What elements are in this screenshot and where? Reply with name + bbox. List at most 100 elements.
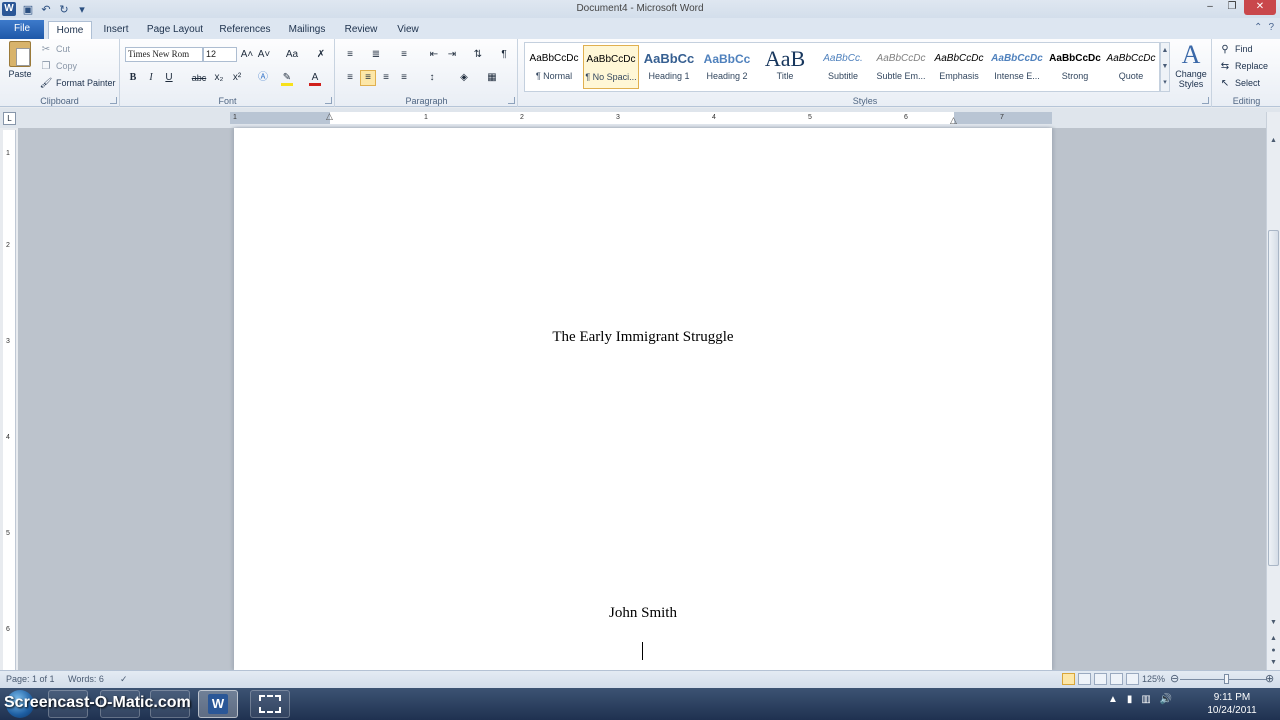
next-page-icon[interactable]: ▼ (1267, 656, 1280, 669)
tab-selector[interactable]: L (3, 112, 16, 125)
zoom-slider-thumb[interactable] (1224, 674, 1229, 684)
style-subtle-emphasis[interactable]: AaBbCcDc Subtle Em... (873, 45, 929, 89)
justify-icon[interactable]: ≡ (396, 70, 412, 86)
zoom-out-button[interactable]: ⊖ (1170, 672, 1179, 685)
align-right-icon[interactable]: ≡ (378, 70, 394, 86)
taskbar-screencast-icon[interactable] (250, 690, 290, 718)
tab-view[interactable]: View (390, 21, 426, 39)
close-button[interactable]: ✕ (1244, 0, 1276, 15)
line-spacing-icon[interactable]: ↕ (424, 70, 440, 86)
style-subtitle[interactable]: AaBbCc. Subtitle (815, 45, 871, 89)
style-no-spacing[interactable]: AaBbCcDc ¶ No Spaci... (583, 45, 639, 89)
zoom-slider[interactable] (1180, 679, 1266, 680)
tab-references[interactable]: References (214, 21, 276, 39)
zoom-in-button[interactable]: ⊕ (1265, 672, 1274, 685)
vertical-scrollbar[interactable]: ▲ ▼ ▲ ● ▼ (1266, 112, 1280, 670)
gallery-up-icon[interactable]: ▲ (1161, 43, 1169, 59)
restore-button[interactable]: ❐ (1222, 0, 1242, 15)
decrease-indent-icon[interactable]: ⇤ (426, 47, 442, 63)
styles-dialog-launcher[interactable] (1202, 97, 1209, 104)
font-size-box[interactable]: 12 (203, 47, 237, 62)
text-effects-icon[interactable]: Ⓐ (255, 70, 271, 86)
right-indent-marker-icon[interactable]: △ (950, 115, 957, 126)
tab-mailings[interactable]: Mailings (282, 21, 332, 39)
increase-indent-icon[interactable]: ⇥ (444, 47, 460, 63)
outline-view-icon[interactable] (1110, 673, 1123, 685)
tab-file[interactable]: File (0, 20, 44, 39)
bold-button[interactable]: B (125, 70, 141, 86)
taskbar-word-button[interactable]: W (198, 690, 238, 718)
shrink-font-button[interactable]: A˅ (256, 47, 272, 63)
change-case-button[interactable]: Aa (281, 47, 303, 63)
select-button[interactable]: ↖ Select (1219, 75, 1260, 91)
network-icon[interactable]: ▥ (1141, 694, 1150, 705)
word-count[interactable]: Words: 6 (68, 674, 104, 684)
sort-icon[interactable]: ⇅ (470, 47, 486, 63)
styles-gallery-scroll[interactable]: ▲ ▼ ▾ (1160, 42, 1170, 92)
style-emphasis[interactable]: AaBbCcDc Emphasis (931, 45, 987, 89)
underline-button[interactable]: U (161, 70, 177, 86)
print-layout-view-icon[interactable] (1062, 673, 1075, 685)
align-left-icon[interactable]: ≡ (342, 70, 358, 86)
subscript-button[interactable]: x₂ (211, 70, 227, 86)
format-painter-button[interactable]: 🖌 Format Painter (40, 75, 116, 91)
document-area[interactable]: The Early Immigrant Struggle John Smith (18, 128, 1266, 670)
style-quote[interactable]: AaBbCcDc Quote (1103, 45, 1159, 89)
scroll-up-button[interactable]: ▲ (1267, 134, 1280, 147)
gallery-down-icon[interactable]: ▼ (1161, 59, 1169, 75)
paragraph-dialog-launcher[interactable] (508, 97, 515, 104)
grow-font-button[interactable]: A˄ (239, 47, 255, 63)
clock[interactable]: 9:11 PM 10/24/2011 (1200, 691, 1264, 717)
indent-marker-icon[interactable]: △ (326, 111, 333, 122)
style-normal[interactable]: AaBbCcDc ¶ Normal (526, 45, 582, 89)
paste-button[interactable]: Paste (6, 41, 34, 79)
volume-icon[interactable]: 🔊 (1160, 694, 1172, 705)
tab-page-layout[interactable]: Page Layout (142, 21, 208, 39)
find-button[interactable]: ⚲ Find (1219, 41, 1252, 57)
italic-button[interactable]: I (143, 70, 159, 86)
superscript-button[interactable]: x² (229, 70, 245, 86)
proofing-icon[interactable]: ✓ (120, 674, 128, 685)
zoom-level[interactable]: 125% (1142, 674, 1165, 684)
style-heading-2[interactable]: AaBbCc Heading 2 (699, 45, 755, 89)
draft-view-icon[interactable] (1126, 673, 1139, 685)
style-heading-1[interactable]: AaBbCc Heading 1 (641, 45, 697, 89)
vertical-ruler[interactable]: 1 2 3 4 5 6 (3, 130, 16, 670)
gallery-more-icon[interactable]: ▾ (1161, 75, 1169, 91)
bullets-icon[interactable]: ≡ (342, 47, 358, 63)
horizontal-ruler[interactable]: 1 1 2 3 4 5 6 7 △ △ (230, 111, 1052, 126)
font-name-box[interactable]: Times New Rom (125, 47, 203, 62)
page-count[interactable]: Page: 1 of 1 (6, 674, 55, 684)
multilevel-list-icon[interactable]: ≡ (396, 47, 412, 63)
minimize-ribbon-icon[interactable]: ⌃ (1254, 22, 1262, 33)
clear-formatting-icon[interactable]: ✗ (313, 47, 329, 63)
document-page[interactable]: The Early Immigrant Struggle John Smith (234, 128, 1052, 670)
copy-button[interactable]: ❐ Copy (40, 58, 78, 74)
strikethrough-button[interactable]: abc (189, 70, 209, 86)
full-screen-view-icon[interactable] (1078, 673, 1091, 685)
web-layout-view-icon[interactable] (1094, 673, 1107, 685)
font-dialog-launcher[interactable] (325, 97, 332, 104)
tab-review[interactable]: Review (338, 21, 384, 39)
tab-insert[interactable]: Insert (96, 21, 136, 39)
align-center-icon[interactable]: ≡ (360, 70, 376, 86)
font-color-button[interactable]: A (307, 70, 323, 86)
battery-icon[interactable]: ▮ (1127, 694, 1133, 705)
highlight-color-button[interactable]: ✎ (279, 70, 295, 86)
scrollbar-thumb[interactable] (1268, 230, 1279, 566)
tab-home[interactable]: Home (48, 21, 92, 39)
document-author-text[interactable]: John Smith (234, 605, 1052, 622)
style-intense-emphasis[interactable]: AaBbCcDc Intense E... (989, 45, 1045, 89)
show-hidden-icons[interactable]: ▲ (1108, 694, 1118, 705)
change-styles-button[interactable]: A Change Styles (1172, 41, 1210, 90)
minimize-button[interactable]: – (1200, 0, 1220, 15)
help-icon[interactable]: ? (1268, 22, 1274, 33)
borders-icon[interactable]: ▦ (484, 70, 500, 86)
show-formatting-button[interactable]: ¶ (496, 47, 512, 63)
style-title[interactable]: AaB Title (757, 45, 813, 89)
numbering-icon[interactable]: ≣ (368, 47, 384, 63)
cut-button[interactable]: ✂ Cut (40, 41, 70, 57)
document-title-text[interactable]: The Early Immigrant Struggle (234, 329, 1052, 346)
replace-button[interactable]: ⇆ Replace (1219, 58, 1268, 74)
style-strong[interactable]: AaBbCcDc Strong (1047, 45, 1103, 89)
